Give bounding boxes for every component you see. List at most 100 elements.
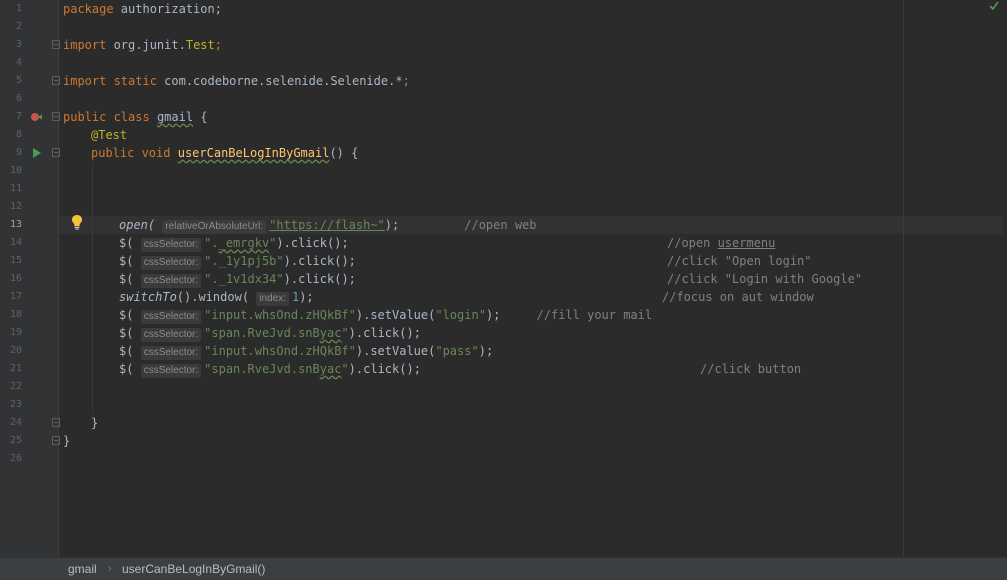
line-number[interactable]: 11: [0, 180, 22, 198]
line-number[interactable]: 21: [0, 360, 22, 378]
line-number[interactable]: 18: [0, 306, 22, 324]
code-line-19[interactable]: $( cssSelector: "span.RveJvd.snByac").cli…: [119, 324, 421, 342]
comment: //open web: [464, 218, 537, 232]
code-editor[interactable]: 1 2 3 4 5 6 7 8 9 10 11 12 13 14 15 16 17 18 19 20 21 22 23 24 2…: [0, 0, 1007, 557]
comment-line-16: //click "Login with Google": [667, 270, 862, 288]
line-number[interactable]: 7: [0, 108, 22, 126]
parameter-hint: cssSelector:: [140, 274, 202, 288]
method-chain: ).setValue(: [355, 344, 436, 358]
line-number-gutter[interactable]: 1 2 3 4 5 6 7 8 9 10 11 12 13 14 15 16 17 18 19 20 21 22 23 24 2…: [0, 0, 58, 557]
breadcrumb-item-method[interactable]: userCanBeLogInByGmail(): [122, 558, 265, 580]
parameter-hint: cssSelector:: [140, 238, 202, 252]
lightbulb-icon[interactable]: [71, 214, 83, 230]
line-number[interactable]: 24: [0, 414, 22, 432]
method-chain: ).setValue(: [355, 308, 436, 322]
string-literal: yac: [319, 326, 342, 340]
fold-icon[interactable]: [52, 418, 60, 427]
line-number[interactable]: 9: [0, 144, 22, 162]
line-number[interactable]: 6: [0, 90, 22, 108]
code-line-25[interactable]: }: [63, 432, 70, 450]
method-call: $(: [119, 272, 134, 286]
line-number[interactable]: 15: [0, 252, 22, 270]
line-number[interactable]: 5: [0, 72, 22, 90]
check-icon[interactable]: [986, 0, 1002, 14]
method-call: $(: [119, 362, 134, 376]
call-end: );: [384, 218, 400, 232]
code-line-5[interactable]: import static com.codeborne.selenide.Sel…: [63, 72, 410, 90]
comment: //focus on aut window: [662, 290, 814, 304]
parameter-hint: cssSelector:: [140, 328, 202, 342]
fold-icon[interactable]: [52, 112, 60, 121]
method-call: switchTo: [119, 290, 177, 304]
code-line-8[interactable]: @Test: [91, 126, 127, 144]
code-line-18[interactable]: $( cssSelector: "input.whsOnd.zHQkBf").se…: [119, 306, 652, 324]
code-line-13[interactable]: open( relativeOrAbsoluteUrl: "https://fla…: [119, 216, 537, 234]
annotation: @Test: [91, 128, 128, 142]
method-name: userCanBeLogInByGmail: [177, 146, 330, 160]
string-literal: yac: [319, 362, 342, 376]
breadcrumb-separator: ›: [108, 563, 112, 575]
fold-icon[interactable]: [52, 148, 60, 157]
code-line-14[interactable]: $( cssSelector: "._emrgkv").click();: [119, 234, 349, 252]
line-number[interactable]: 16: [0, 270, 22, 288]
line-number[interactable]: 14: [0, 234, 22, 252]
parameter-hint: cssSelector:: [140, 346, 202, 360]
parameter-hint: relativeOrAbsoluteUrl:: [162, 220, 267, 234]
line-number[interactable]: 12: [0, 198, 22, 216]
semicolon: ;: [402, 74, 410, 88]
keyword: import: [63, 38, 107, 52]
run-debug-icon[interactable]: [30, 108, 44, 126]
line-number[interactable]: 4: [0, 54, 22, 72]
code-line-7[interactable]: public class gmail {: [63, 108, 208, 126]
line-number[interactable]: 23: [0, 396, 22, 414]
parameter-hint: index:: [256, 292, 289, 306]
fold-icon[interactable]: [52, 436, 60, 445]
line-number[interactable]: 1: [0, 0, 22, 18]
method-call: $(: [119, 344, 134, 358]
code-line-3[interactable]: import org.junit.Test;: [63, 36, 222, 54]
comment-line-21: //click button: [700, 360, 801, 378]
line-number[interactable]: 20: [0, 342, 22, 360]
closing-brace: }: [63, 434, 71, 448]
breadcrumb: gmail › userCanBeLogInByGmail(): [0, 557, 1007, 580]
line-number[interactable]: 17: [0, 288, 22, 306]
code-line-16[interactable]: $( cssSelector: "._1v1dx34").click();: [119, 270, 356, 288]
string-literal[interactable]: "https://flash~": [269, 218, 385, 232]
code-line-15[interactable]: $( cssSelector: "._1y1pj5b").click();: [119, 252, 356, 270]
comment: usermenu: [717, 236, 776, 250]
string-literal: "pass": [435, 344, 479, 358]
line-number[interactable]: 19: [0, 324, 22, 342]
line-number[interactable]: 2: [0, 18, 22, 36]
code-line-17[interactable]: switchTo().window( index: 1);: [119, 288, 314, 306]
line-number[interactable]: 3: [0, 36, 22, 54]
indent-guide: [92, 162, 93, 414]
string-literal: _emrgkv: [218, 236, 270, 250]
semicolon: ;: [214, 38, 222, 52]
method-chain: ().window(: [176, 290, 250, 304]
string-literal: ": [341, 326, 349, 340]
comment: //click "Login with Google": [667, 272, 863, 286]
parameter-hint: cssSelector:: [140, 364, 202, 378]
keyword: package: [63, 2, 114, 16]
run-icon[interactable]: [32, 144, 44, 162]
fold-icon[interactable]: [52, 76, 60, 85]
line-number[interactable]: 10: [0, 162, 22, 180]
code-line-20[interactable]: $( cssSelector: "input.whsOnd.zHQkBf").se…: [119, 342, 493, 360]
code-line-21[interactable]: $( cssSelector: "span.RveJvd.snByac").cli…: [119, 360, 421, 378]
line-number[interactable]: 8: [0, 126, 22, 144]
line-number[interactable]: 26: [0, 450, 22, 468]
code-line-9[interactable]: public void userCanBeLogInByGmail() {: [91, 144, 358, 162]
fold-icon[interactable]: [52, 40, 60, 49]
line-number[interactable]: 13: [0, 216, 22, 234]
code-line-24[interactable]: }: [91, 414, 98, 432]
breadcrumb-item-class[interactable]: gmail: [68, 558, 97, 580]
method-call: $(: [119, 236, 134, 250]
brace: {: [193, 110, 208, 124]
string-literal: "span.RveJvd.snB: [204, 326, 320, 340]
comment-line-15: //click "Open login": [667, 252, 812, 270]
line-number[interactable]: 22: [0, 378, 22, 396]
method-call: $(: [119, 254, 134, 268]
line-number[interactable]: 25: [0, 432, 22, 450]
string-literal: ".: [204, 236, 219, 250]
code-line-1[interactable]: package authorization;: [63, 0, 222, 18]
